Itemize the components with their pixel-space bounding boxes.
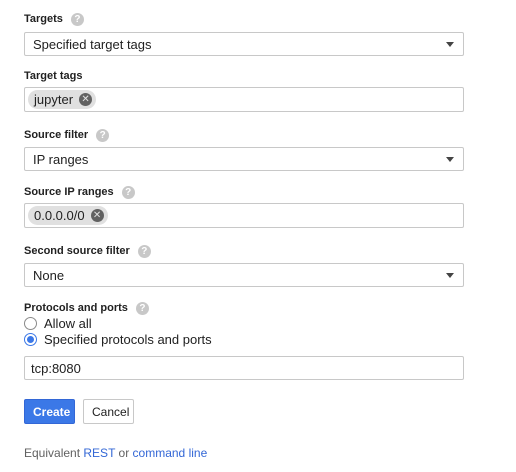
radio-specified-label: Specified protocols and ports xyxy=(44,332,212,347)
help-icon[interactable]: ? xyxy=(121,185,135,199)
target-tags-input[interactable]: jupyter ✕ xyxy=(24,87,464,112)
ip-range-chip: 0.0.0.0/0 ✕ xyxy=(28,206,108,225)
firewall-rule-form: Targets ? Specified target tags Target t… xyxy=(0,0,516,472)
help-icon[interactable]: ? xyxy=(70,12,84,26)
target-tags-label-text: Target tags xyxy=(24,70,83,82)
tag-chip-label: jupyter xyxy=(34,92,74,107)
radio-specified[interactable]: Specified protocols and ports xyxy=(24,332,212,347)
target-tags-label: Target tags xyxy=(24,69,82,83)
source-filter-label-text: Source filter xyxy=(24,129,89,141)
ip-range-chip-label: 0.0.0.0/0 xyxy=(34,208,85,223)
equivalent-footer: Equivalent REST or command line xyxy=(24,446,207,460)
source-filter-label: Source filter ? xyxy=(24,128,110,142)
help-icon[interactable]: ? xyxy=(137,244,151,258)
source-filter-select[interactable]: IP ranges xyxy=(24,147,464,171)
rest-link[interactable]: REST xyxy=(83,446,115,460)
radio-button-checked[interactable] xyxy=(24,333,37,346)
second-source-filter-select[interactable]: None xyxy=(24,263,464,287)
protocols-ports-input[interactable] xyxy=(24,356,464,380)
protocols-label: Protocols and ports ? xyxy=(24,301,149,315)
dropdown-arrow-icon xyxy=(446,157,454,162)
source-ip-ranges-input[interactable]: 0.0.0.0/0 ✕ xyxy=(24,203,464,228)
command-line-link[interactable]: command line xyxy=(133,446,208,460)
targets-select[interactable]: Specified target tags xyxy=(24,32,464,56)
cancel-button[interactable]: Cancel xyxy=(83,399,134,424)
help-icon[interactable]: ? xyxy=(135,301,149,315)
create-button[interactable]: Create xyxy=(24,399,75,424)
protocols-label-text: Protocols and ports xyxy=(24,302,128,314)
dropdown-arrow-icon xyxy=(446,273,454,278)
tag-chip: jupyter ✕ xyxy=(28,90,97,109)
source-ip-ranges-label: Source IP ranges ? xyxy=(24,185,135,199)
second-source-filter-label: Second source filter ? xyxy=(24,244,151,258)
radio-button-unchecked[interactable] xyxy=(24,317,37,330)
targets-select-value: Specified target tags xyxy=(33,36,152,52)
dropdown-arrow-icon xyxy=(446,42,454,47)
source-ip-ranges-label-text: Source IP ranges xyxy=(24,186,114,198)
footer-prefix: Equivalent xyxy=(24,446,81,460)
radio-allow-all-label: Allow all xyxy=(44,316,92,331)
targets-label: Targets ? xyxy=(24,12,84,26)
second-source-filter-label-text: Second source filter xyxy=(24,245,130,257)
targets-label-text: Targets xyxy=(24,13,63,25)
help-icon[interactable]: ? xyxy=(96,128,110,142)
remove-chip-icon[interactable]: ✕ xyxy=(90,209,104,222)
radio-allow-all[interactable]: Allow all xyxy=(24,316,92,331)
source-filter-select-value: IP ranges xyxy=(33,151,89,167)
second-source-filter-select-value: None xyxy=(33,267,65,283)
footer-or: or xyxy=(118,446,130,460)
remove-chip-icon[interactable]: ✕ xyxy=(79,93,93,106)
